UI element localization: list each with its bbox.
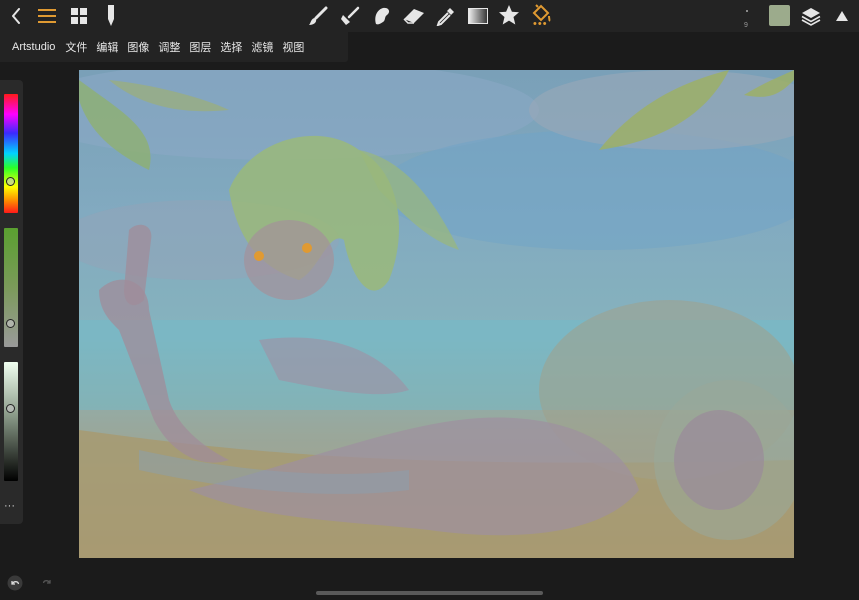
back-icon[interactable]	[8, 6, 24, 26]
brightness-slider[interactable]	[4, 362, 18, 481]
saturation-slider-knob[interactable]	[6, 319, 15, 328]
brush-size-value: 9	[744, 22, 748, 29]
color-side-panel: ···	[0, 80, 23, 524]
star-icon[interactable]	[497, 3, 521, 27]
hue-slider[interactable]	[4, 94, 18, 213]
smudge-icon[interactable]	[338, 4, 362, 28]
artwork-image	[79, 70, 794, 558]
menu-app-name[interactable]: Artstudio	[12, 41, 55, 53]
gallery-grid-icon[interactable]	[69, 6, 89, 26]
collapse-arrow-icon[interactable]	[834, 8, 850, 24]
brush-size-dot	[746, 10, 748, 12]
hue-slider-knob[interactable]	[6, 177, 15, 186]
menu-item-adjust[interactable]: 调整	[158, 39, 180, 55]
undo-icon[interactable]	[7, 575, 23, 591]
color-panel-more-button[interactable]: ···	[4, 500, 15, 512]
saturation-slider[interactable]	[4, 228, 18, 347]
pencil-icon[interactable]	[101, 4, 121, 28]
blob-icon[interactable]	[370, 4, 394, 28]
tool-options-dots[interactable]: •••	[533, 19, 548, 30]
eraser-icon[interactable]	[402, 4, 426, 28]
brush-icon[interactable]	[306, 4, 330, 28]
menu-item-layer[interactable]: 图层	[189, 39, 211, 55]
home-indicator	[316, 591, 543, 595]
menu-icon[interactable]	[37, 6, 57, 26]
layers-icon[interactable]	[800, 4, 822, 28]
menu-item-select[interactable]: 选择	[220, 39, 242, 55]
menu-bar: Artstudio 文件 编辑 图像 调整 图层 选择 滤镜 视图	[0, 32, 348, 62]
redo-icon[interactable]	[40, 575, 56, 591]
current-color-swatch[interactable]	[769, 5, 790, 26]
gradient-icon[interactable]	[466, 4, 490, 28]
menu-item-file[interactable]: 文件	[65, 39, 87, 55]
menu-item-filter[interactable]: 滤镜	[251, 39, 273, 55]
brightness-slider-knob[interactable]	[6, 404, 15, 413]
menu-item-view[interactable]: 视图	[282, 39, 304, 55]
menu-item-image[interactable]: 图像	[127, 39, 149, 55]
menu-item-edit[interactable]: 编辑	[96, 39, 118, 55]
eyedropper-icon[interactable]	[434, 4, 458, 28]
top-toolbar	[0, 0, 859, 32]
drawing-canvas[interactable]	[79, 70, 794, 558]
brush-size-indicator[interactable]: 9	[742, 10, 752, 30]
